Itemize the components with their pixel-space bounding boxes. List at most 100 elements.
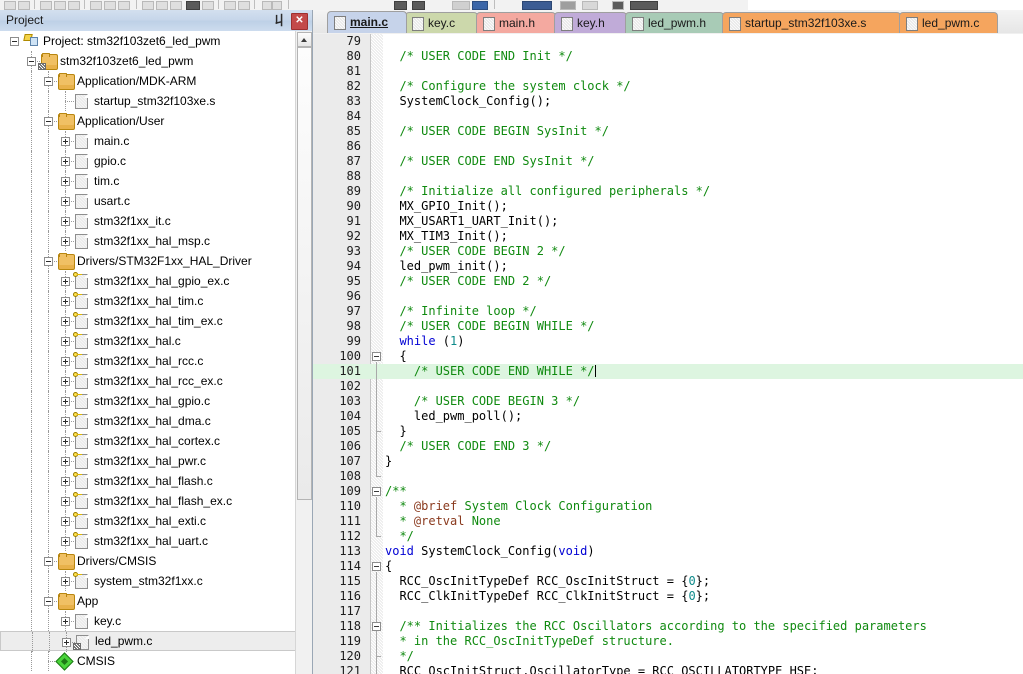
- toolbar-button[interactable]: [630, 1, 658, 10]
- editor-tab[interactable]: led_pwm.h: [625, 12, 724, 33]
- expand-icon[interactable]: [61, 617, 70, 626]
- code-line[interactable]: 93 /* USER CODE BEGIN 2 */: [313, 244, 1023, 259]
- code-line[interactable]: 87 /* USER CODE END SysInit */: [313, 154, 1023, 169]
- code-line[interactable]: 105 }: [313, 424, 1023, 439]
- collapse-icon[interactable]: [44, 597, 53, 606]
- expand-icon[interactable]: [61, 517, 70, 526]
- collapse-icon[interactable]: [44, 77, 53, 86]
- expand-icon[interactable]: [61, 497, 70, 506]
- toolbar-button[interactable]: [612, 1, 624, 10]
- toolbar-button[interactable]: [560, 1, 576, 10]
- code-line[interactable]: 109 /**: [313, 484, 1023, 499]
- editor-tab[interactable]: key.h: [554, 12, 627, 33]
- code-line[interactable]: 117: [313, 604, 1023, 619]
- code-line[interactable]: 91 MX_USART1_UART_Init();: [313, 214, 1023, 229]
- code-line-current[interactable]: 101 /* USER CODE END WHILE */: [313, 364, 1023, 379]
- toolbar-button[interactable]: [186, 1, 200, 10]
- expand-icon[interactable]: [61, 437, 70, 446]
- expand-icon[interactable]: [61, 577, 70, 586]
- code-editor[interactable]: 79 80 /* USER CODE END Init */81 82 /* Con…: [313, 34, 1023, 674]
- tree-item-selected[interactable]: led_pwm.c: [0, 631, 296, 652]
- tree-item[interactable]: startup_stm32f103xe.s: [0, 91, 296, 111]
- tree-item[interactable]: Project: stm32f103zet6_led_pwm: [0, 31, 296, 51]
- toolbar-button[interactable]: [522, 1, 552, 10]
- code-line[interactable]: 121 RCC_OscInitStruct.OscillatorType = R…: [313, 664, 1023, 674]
- code-line[interactable]: 98 /* USER CODE BEGIN WHILE */: [313, 319, 1023, 334]
- code-line[interactable]: 84: [313, 109, 1023, 124]
- tree-item[interactable]: Application/User: [0, 111, 296, 131]
- code-line[interactable]: 79: [313, 34, 1023, 49]
- toolbar-button[interactable]: [142, 1, 154, 10]
- expand-icon[interactable]: [61, 417, 70, 426]
- code-line[interactable]: 99 while (1): [313, 334, 1023, 349]
- code-line[interactable]: 110 * @brief System Clock Configuration: [313, 499, 1023, 514]
- code-line[interactable]: 115 RCC_OscInitTypeDef RCC_OscInitStruct…: [313, 574, 1023, 589]
- code-line[interactable]: 120 */: [313, 649, 1023, 664]
- tree-item[interactable]: Drivers/CMSIS: [0, 551, 296, 571]
- fold-collapse-icon[interactable]: [372, 562, 381, 571]
- expand-icon[interactable]: [61, 177, 70, 186]
- expand-icon[interactable]: [61, 157, 70, 166]
- expand-icon[interactable]: [61, 537, 70, 546]
- editor-tabbar[interactable]: main.c key.c main.h key.h led_pwm.h startup_s…: [313, 10, 1023, 35]
- code-line[interactable]: 97 /* Infinite loop */: [313, 304, 1023, 319]
- fold-collapse-icon[interactable]: [372, 622, 381, 631]
- tree-item[interactable]: key.c: [0, 611, 296, 631]
- code-line[interactable]: 118 /** Initializes the RCC Oscillators …: [313, 619, 1023, 634]
- tree-item[interactable]: Drivers/STM32F1xx_HAL_Driver: [0, 251, 296, 271]
- toolbar-button[interactable]: [262, 1, 272, 10]
- tree-item[interactable]: system_stm32f1xx.c: [0, 571, 296, 591]
- tree-item[interactable]: stm32f1xx_hal.c: [0, 331, 296, 351]
- tree-item[interactable]: usart.c: [0, 191, 296, 211]
- toolbar-button[interactable]: [582, 1, 598, 10]
- tree-item[interactable]: stm32f1xx_hal_gpio.c: [0, 391, 296, 411]
- code-line[interactable]: 80 /* USER CODE END Init */: [313, 49, 1023, 64]
- code-line[interactable]: 81: [313, 64, 1023, 79]
- expand-icon[interactable]: [61, 457, 70, 466]
- code-line[interactable]: 94 led_pwm_init();: [313, 259, 1023, 274]
- toolbar-button[interactable]: [40, 1, 52, 10]
- tree-item[interactable]: gpio.c: [0, 151, 296, 171]
- tree-item[interactable]: stm32f1xx_hal_tim_ex.c: [0, 311, 296, 331]
- toolbar-button[interactable]: [272, 1, 282, 10]
- code-lines[interactable]: 79 80 /* USER CODE END Init */81 82 /* Con…: [313, 34, 1023, 674]
- tree-item[interactable]: tim.c: [0, 171, 296, 191]
- toolbar-button[interactable]: [68, 1, 80, 10]
- editor-tab-active[interactable]: main.c: [327, 11, 407, 33]
- toolbar-button[interactable]: [238, 1, 250, 10]
- fold-collapse-icon[interactable]: [372, 487, 381, 496]
- tree-item[interactable]: stm32f1xx_hal_msp.c: [0, 231, 296, 251]
- code-line[interactable]: 92 MX_TIM3_Init();: [313, 229, 1023, 244]
- code-line[interactable]: 85 /* USER CODE BEGIN SysInit */: [313, 124, 1023, 139]
- expand-icon[interactable]: [61, 357, 70, 366]
- code-line[interactable]: 104 led_pwm_poll();: [313, 409, 1023, 424]
- code-line[interactable]: 111 * @retval None: [313, 514, 1023, 529]
- code-line[interactable]: 119 * in the RCC_OscInitTypeDef structur…: [313, 634, 1023, 649]
- tree-item[interactable]: Application/MDK-ARM: [0, 71, 296, 91]
- code-line[interactable]: 103 /* USER CODE BEGIN 3 */: [313, 394, 1023, 409]
- code-line[interactable]: 96: [313, 289, 1023, 304]
- tree-item[interactable]: stm32f1xx_hal_cortex.c: [0, 431, 296, 451]
- expand-icon[interactable]: [61, 477, 70, 486]
- collapse-icon[interactable]: [27, 57, 36, 66]
- code-line[interactable]: 106 /* USER CODE END 3 */: [313, 439, 1023, 454]
- tree-item[interactable]: stm32f1xx_hal_dma.c: [0, 411, 296, 431]
- expand-icon[interactable]: [61, 217, 70, 226]
- code-line[interactable]: 90 MX_GPIO_Init();: [313, 199, 1023, 214]
- pin-icon[interactable]: 丩: [272, 13, 287, 28]
- code-line[interactable]: 113 void SystemClock_Config(void): [313, 544, 1023, 559]
- tree-item[interactable]: stm32f1xx_hal_exti.c: [0, 511, 296, 531]
- code-line[interactable]: 86: [313, 139, 1023, 154]
- close-icon[interactable]: ✕: [291, 13, 308, 30]
- code-line[interactable]: 100 {: [313, 349, 1023, 364]
- code-line[interactable]: 107}: [313, 454, 1023, 469]
- expand-icon[interactable]: [61, 197, 70, 206]
- toolbar-button[interactable]: [90, 1, 102, 10]
- tree-item[interactable]: stm32f1xx_hal_rcc_ex.c: [0, 371, 296, 391]
- expand-icon[interactable]: [61, 297, 70, 306]
- scrollbar-thumb[interactable]: [297, 47, 312, 500]
- toolbar-button[interactable]: [394, 1, 407, 10]
- toolbar-button[interactable]: [156, 1, 168, 10]
- tree-item[interactable]: stm32f1xx_hal_uart.c: [0, 531, 296, 551]
- editor-tab[interactable]: startup_stm32f103xe.s: [722, 12, 901, 33]
